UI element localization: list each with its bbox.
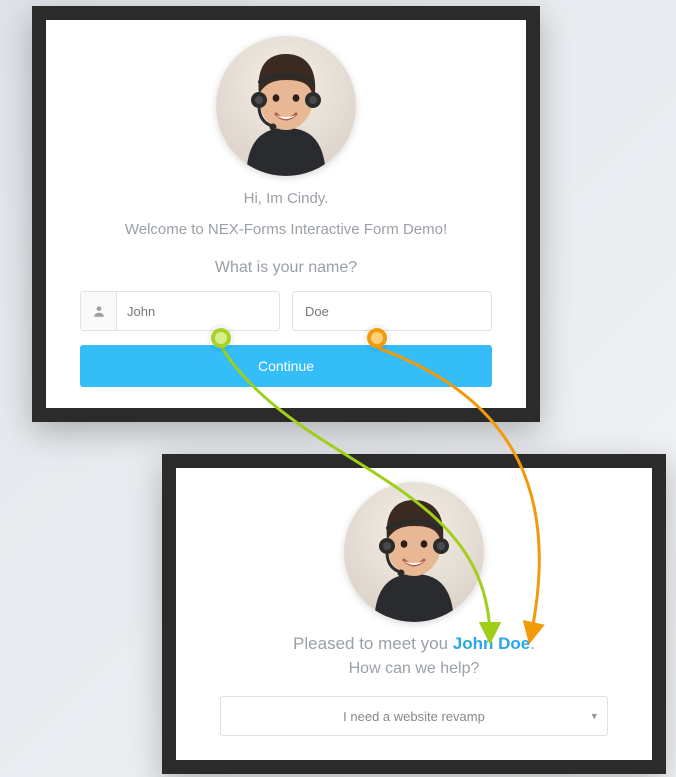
name-input-row [80, 291, 492, 331]
personalized-greeting: Pleased to meet you John Doe. [200, 634, 628, 654]
greeting-user-name: John Doe [453, 634, 530, 653]
first-name-field-wrap [80, 291, 280, 331]
person-icon [81, 292, 117, 330]
greeting-prefix: Pleased to meet you [293, 634, 453, 653]
greeting-line-1: Hi, Im Cindy. [80, 188, 492, 211]
connector-origin-first-name [211, 328, 231, 348]
help-select-wrap: I need a website revamp ▾ [220, 696, 608, 736]
last-name-input[interactable] [293, 292, 491, 330]
last-name-field-wrap [292, 291, 492, 331]
help-question: How can we help? [200, 660, 628, 678]
avatar [344, 482, 484, 622]
form-step-1-panel: Hi, Im Cindy. Welcome to NEX-Forms Inter… [32, 6, 540, 422]
avatar [216, 36, 356, 176]
form-step-2-panel: Pleased to meet you John Doe. How can we… [162, 454, 666, 774]
continue-button[interactable]: Continue [80, 345, 492, 387]
name-question: What is your name? [80, 259, 492, 277]
greeting-line-2: Welcome to NEX-Forms Interactive Form De… [80, 219, 492, 242]
help-select[interactable]: I need a website revamp [221, 697, 607, 735]
connector-origin-last-name [367, 328, 387, 348]
greeting-suffix: . [530, 634, 535, 653]
